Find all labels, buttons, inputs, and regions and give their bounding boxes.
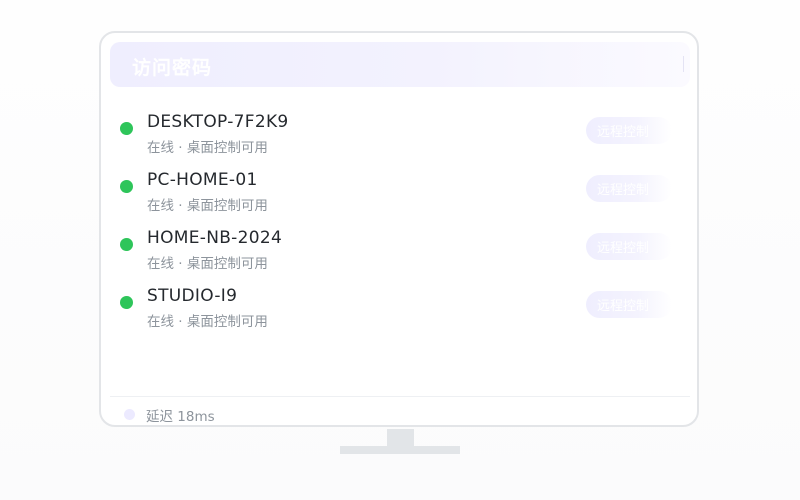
device-name: PC-HOME-01: [147, 170, 258, 190]
device-name: DESKTOP-7F2K9: [147, 112, 289, 132]
footer-divider: [110, 396, 690, 397]
device-list: DESKTOP-7F2K9 在线 · 桌面控制可用 远程控制 PC-HOME-0…: [101, 109, 697, 341]
latency-readout: 延迟 18ms: [146, 409, 215, 425]
device-status: 在线 · 桌面控制可用: [147, 140, 268, 156]
online-status-icon: [120, 122, 133, 135]
device-row[interactable]: HOME-NB-2024 在线 · 桌面控制可用 远程控制: [101, 225, 697, 283]
monitor-frame: 访问密码 DESKTOP-7F2K9 在线 · 桌面控制可用 远程控制 PC-H…: [99, 31, 699, 427]
banner-title: 访问密码: [132, 57, 213, 79]
remote-control-button[interactable]: 远程控制: [586, 233, 672, 260]
online-status-icon: [120, 180, 133, 193]
device-status: 在线 · 桌面控制可用: [147, 198, 268, 214]
remote-control-button[interactable]: 远程控制: [586, 175, 672, 202]
monitor-stand-neck: [387, 429, 414, 446]
password-banner: 访问密码: [110, 42, 690, 87]
remote-control-button[interactable]: 远程控制: [586, 291, 672, 318]
online-status-icon: [120, 238, 133, 251]
device-status: 在线 · 桌面控制可用: [147, 314, 268, 330]
monitor-stand-base: [340, 446, 460, 454]
device-status: 在线 · 桌面控制可用: [147, 256, 268, 272]
device-name: HOME-NB-2024: [147, 228, 283, 248]
device-row[interactable]: STUDIO-I9 在线 · 桌面控制可用 远程控制: [101, 283, 697, 341]
remote-control-button[interactable]: 远程控制: [586, 117, 672, 144]
screen: 访问密码 DESKTOP-7F2K9 在线 · 桌面控制可用 远程控制 PC-H…: [0, 0, 800, 500]
banner-divider: [683, 56, 684, 72]
device-row[interactable]: DESKTOP-7F2K9 在线 · 桌面控制可用 远程控制: [101, 109, 697, 167]
device-name: STUDIO-I9: [147, 286, 238, 306]
online-status-icon: [120, 296, 133, 309]
device-row[interactable]: PC-HOME-01 在线 · 桌面控制可用 远程控制: [101, 167, 697, 225]
latency-icon: [124, 409, 135, 420]
